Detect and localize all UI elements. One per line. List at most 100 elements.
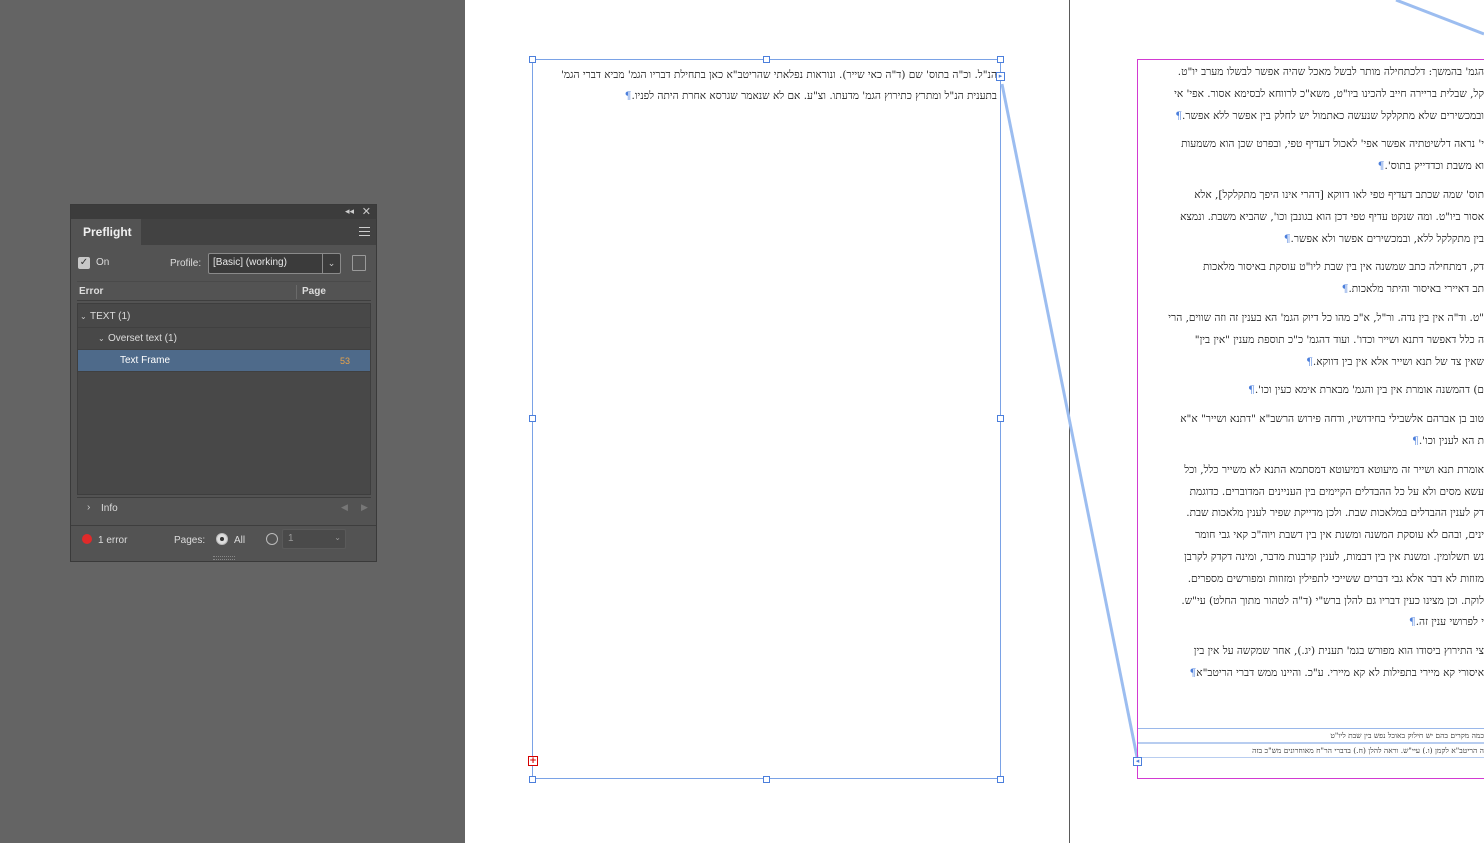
text-line: שאין צד של תנא ושייר אלא אין בין דווקא.¶ — [1306, 355, 1484, 368]
text-line: לוקת. וכן מצינו כעין דבריו גם להלן ברש"י… — [1181, 594, 1484, 607]
text-line: וא משבת וכדדייק בתוס'.¶ — [1377, 160, 1484, 173]
text-line: טוב בן אברהם אלשבילי בחידושיו, ודחה פירו… — [1180, 413, 1484, 426]
error-status-icon — [82, 534, 92, 544]
text-line: ובמכשירים שלא מתקלקל שנעשה כאתמול יש לחל… — [1175, 109, 1484, 122]
tree-row-text[interactable]: ⌄ TEXT (1) — [78, 306, 370, 328]
paragraph: דק, דמתחילה כתב שמשנה אין בין שבת ליו"ט … — [1138, 257, 1484, 301]
hamburger-menu-icon[interactable] — [359, 227, 370, 236]
profile-label: Profile: — [170, 258, 202, 269]
tab-preflight[interactable]: Preflight — [71, 219, 141, 245]
frame-text-line: הנ"ל. וכ"ה בתוס' שם (ד"ה כאי שייר). ונור… — [560, 69, 997, 81]
text-line: קל, שבלית בריירה חייב להכינו ביו"ט, משא"… — [1174, 87, 1484, 100]
frame-text[interactable]: הנ"ל. וכ"ה בתוס' שם (ד"ה כאי שייר). ונור… — [533, 65, 999, 107]
pages-label: Pages: — [174, 535, 206, 546]
tree-label: Text Frame — [120, 355, 171, 366]
chevron-down-icon[interactable]: ⌄ — [334, 533, 341, 542]
handle-bottom-right[interactable] — [997, 776, 1004, 783]
column-page[interactable]: Page — [302, 286, 326, 297]
tree-row-text-frame[interactable]: Text Frame 53 — [78, 350, 370, 372]
handle-bottom-center[interactable] — [763, 776, 770, 783]
paragraph: ם) דהמשנה אומרת אין בין והגמ' מבארת אימא… — [1138, 380, 1484, 402]
text-line: תב דאיירי באיסור והיתר מלאכות.¶ — [1341, 283, 1484, 296]
pilcrow-mark: ¶ — [1248, 384, 1255, 397]
text-line: עשא מסים ולא על כל ההבדלים הקיימים בין ה… — [1189, 485, 1484, 498]
error-list-header: Error Page — [77, 281, 371, 301]
paragraph: "ט. וד"ה אין בין נדה. ור"ל, א"כ מהו כל ד… — [1138, 308, 1484, 373]
pages-all-radio[interactable] — [216, 533, 228, 545]
handle-top-right[interactable] — [997, 56, 1004, 63]
thread-out-port-icon[interactable]: ▸ — [996, 72, 1005, 81]
text-line: אסור ביו"ט. ומה שנקט עדיף טפי דכן הוא בג… — [1180, 210, 1484, 223]
pilcrow-mark: ¶ — [1412, 434, 1419, 447]
tree-label: Overset text (1) — [108, 333, 177, 344]
text-line: מזוזות לא דבר אלא גבי דברים ששייכי לתפיל… — [1187, 572, 1484, 585]
handle-middle-right[interactable] — [997, 415, 1004, 422]
footnotes-area[interactable]: כמה מקרים בהם יש חילוק באוכל נפש בין שבת… — [1138, 728, 1484, 768]
handle-top-center[interactable] — [763, 56, 770, 63]
chevron-down-icon[interactable]: ⌄ — [322, 254, 340, 273]
chevron-down-icon[interactable]: ⌄ — [80, 306, 90, 328]
paragraph: י' נראה דלשיטתיה אפשר אפי' לאכול דעדיף ט… — [1138, 134, 1484, 178]
on-checkbox[interactable]: ✓ — [78, 257, 90, 269]
pages-range-radio[interactable] — [266, 533, 278, 545]
text-line: תוס' שמה שכתב דעדיף טפי לאו דווקא [דהרי … — [1194, 188, 1484, 201]
selected-text-frame[interactable]: הנ"ל. וכ"ה בתוס' שם (ד"ה כאי שייר). ונור… — [529, 56, 1004, 783]
handle-top-left[interactable] — [529, 56, 536, 63]
paragraph: טוב בן אברהם אלשבילי בחידושיו, ודחה פירו… — [1138, 409, 1484, 453]
panel-tab-bar: Preflight — [71, 219, 376, 245]
page-range-input[interactable]: 1 ⌄ — [282, 529, 346, 549]
text-line: בין מתקלקל ללא, ובמכשירים אפשר ולא אפשר.… — [1283, 232, 1484, 245]
pilcrow-mark: ¶ — [1409, 616, 1416, 629]
preflight-on-row: ✓ On Profile: [Basic] (working) ⌄ — [78, 253, 368, 275]
pilcrow-mark: ¶ — [1306, 355, 1313, 368]
text-line: ה כלל דאפשר דתנא ושייר וכדו'. ועוד דהגמ'… — [1194, 333, 1484, 346]
handle-bottom-left[interactable] — [529, 776, 536, 783]
handle-middle-left[interactable] — [529, 415, 536, 422]
profile-dropdown[interactable]: [Basic] (working) ⌄ — [208, 253, 341, 274]
text-line: דק, דמתחילה כתב שמשנה אין בין שבת ליו"ט … — [1203, 261, 1484, 274]
text-line: "ט. וד"ה אין בין נדה. ור"ל, א"כ מהו כל ד… — [1168, 311, 1484, 324]
pilcrow-mark: ¶ — [1175, 109, 1183, 122]
text-line: ם) דהמשנה אומרת אין בין והגמ' מבארת אימא… — [1248, 384, 1484, 397]
text-line: אומרת תנא ושייר זה מיעוטא דמיעוטא דמסתמא… — [1184, 463, 1484, 476]
paragraph: אומרת תנא ושייר זה מיעוטא דמיעוטא דמסתמא… — [1138, 460, 1484, 634]
panel-resize-grip[interactable] — [213, 556, 235, 560]
preflight-panel: ◂◂ ✕ Preflight ✓ On Profile: [Basic] (wo… — [70, 204, 377, 562]
frame-text-line: בתענית הנ"ל ומתרץ כתירוץ הגמ' מדעתו. וצ"… — [624, 90, 997, 102]
text-line: ינים, ובהם לא עוסקת המשנה ומשנת אין בין … — [1195, 529, 1484, 542]
on-label: On — [96, 257, 110, 268]
column-error[interactable]: Error — [79, 286, 103, 297]
pilcrow-mark: ¶ — [1283, 232, 1291, 245]
paragraph: צי התירוץ ביסודו הוא מפורש בגמ' תענית (י… — [1138, 641, 1484, 685]
overset-marker-icon[interactable]: + — [528, 756, 538, 766]
error-page-link[interactable]: 53 — [340, 350, 350, 372]
previous-arrow-icon[interactable]: ◀ — [341, 502, 348, 513]
text-line: ת הא לענין וכו'.¶ — [1412, 434, 1484, 447]
tree-label: TEXT (1) — [90, 311, 131, 322]
text-line: י' נראה דלשיטתיה אפשר אפי' לאכול דעדיף ט… — [1181, 138, 1484, 151]
text-line: צי התירוץ ביסודו הוא מפורש בגמ' תענית (י… — [1193, 645, 1484, 658]
text-line: הגמ' בהמשך: דלכתחילה מותר לבשל מאכל שהיה… — [1177, 66, 1484, 78]
right-page-text[interactable]: הגמ' בהמשך: דלכתחילה מותר לבשל מאכל שהיה… — [1138, 62, 1484, 702]
text-line: איסורי קא מיירי בתפילות לא קא מיירי. ע"כ… — [1189, 666, 1484, 679]
panel-titlebar[interactable]: ◂◂ ✕ — [71, 205, 376, 219]
next-arrow-icon[interactable]: ▶ — [361, 502, 368, 513]
paragraph: תוס' שמה שכתב דעדיף טפי לאו דווקא [דהרי … — [1138, 185, 1484, 250]
close-icon[interactable]: ✕ — [362, 205, 371, 218]
footnote-line: כמה מקרים בהם יש חילוק באוכל נפש בין שבת… — [1138, 729, 1484, 743]
tree-row-overset-text[interactable]: ⌄ Overset text (1) — [78, 328, 370, 350]
chevron-right-icon[interactable]: › — [87, 502, 90, 513]
info-section[interactable]: › Info ◀ ▶ — [77, 497, 371, 519]
error-tree: ⌄ TEXT (1) ⌄ Overset text (1) Text Frame 5… — [77, 303, 371, 495]
chevron-down-icon[interactable]: ⌄ — [98, 328, 108, 350]
all-label: All — [234, 535, 246, 546]
column-divider[interactable] — [296, 285, 297, 299]
page-range-value: 1 — [288, 533, 294, 544]
text-line: דק לענין ההבדלים במלאכות שבת. ולכן מדייק… — [1186, 507, 1484, 520]
error-count: 1 error — [98, 535, 128, 546]
text-line: י לפרושי ענין זה.¶ — [1409, 616, 1484, 629]
double-chevron-icon[interactable]: ◂◂ — [345, 206, 354, 217]
footnote-line: ה הריטב"א לקמן (ו.) עיי"ש. וראה להלן (ח.… — [1138, 744, 1484, 758]
define-profiles-icon[interactable] — [352, 255, 366, 271]
thread-in-port-icon[interactable]: ◂ — [1133, 757, 1142, 766]
